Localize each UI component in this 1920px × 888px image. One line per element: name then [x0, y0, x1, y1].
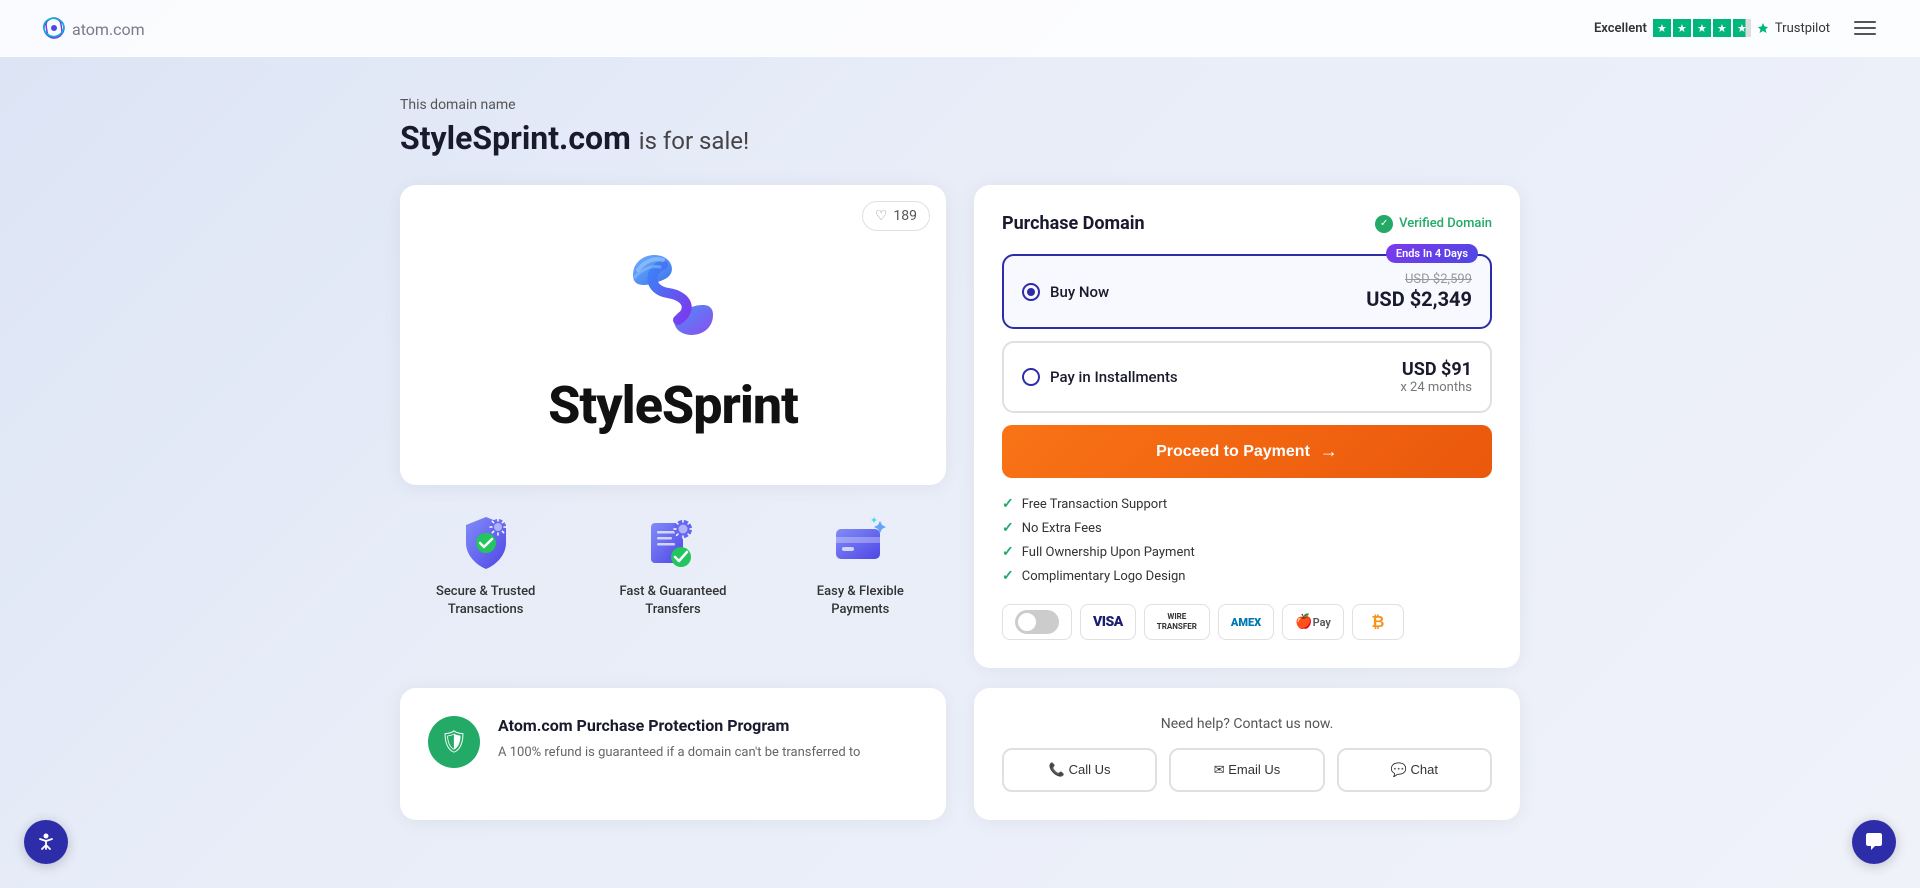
bottom-section: 🛡 Atom.com Purchase Protection Program A… [360, 688, 1560, 860]
toggle-icon [1015, 610, 1059, 634]
monthly-price: USD $91 [1400, 359, 1472, 380]
protection-icon: 🛡 [428, 716, 480, 768]
payment-crypto: ₿ [1352, 604, 1404, 640]
logo-card: ♡ 189 [400, 185, 946, 485]
check-icon-1: ✓ [1002, 496, 1014, 512]
protection-description: A 100% refund is guaranteed if a domain … [498, 743, 860, 763]
domain-name: StyleSprint.com [400, 119, 631, 157]
proceed-label: Proceed to Payment [1156, 443, 1310, 461]
feature-no-fees: ✓ No Extra Fees [1002, 520, 1492, 536]
feature-secure-label: Secure & TrustedTransactions [436, 583, 535, 619]
verified-badge: ✓ Verified Domain [1375, 215, 1492, 233]
radio-buy-now [1022, 283, 1040, 301]
check-icon-2: ✓ [1002, 520, 1014, 536]
payment-icon [828, 509, 892, 573]
nav-right: Excellent ★ ★ ★ ★ ★ Trustpilot [1594, 17, 1880, 39]
hamburger-menu[interactable] [1850, 17, 1880, 39]
verified-icon: ✓ [1375, 215, 1393, 233]
buy-now-option[interactable]: Ends In 4 Days Buy Now USD $2,599 USD $2… [1002, 254, 1492, 329]
feature-free-support: ✓ Free Transaction Support [1002, 496, 1492, 512]
arrow-icon: → [1320, 441, 1338, 462]
main-content: This domain name StyleSprint.com is for … [360, 57, 1560, 668]
buy-now-label: Buy Now [1022, 283, 1109, 301]
feature-logo: ✓ Complimentary Logo Design [1002, 568, 1492, 584]
contact-btn-1[interactable]: 📞 Call Us [1002, 748, 1157, 792]
contact-buttons: 📞 Call Us ✉ Email Us 💬 Chat [1002, 748, 1492, 792]
protection-title: Atom.com Purchase Protection Program [498, 716, 860, 735]
features-row: Secure & TrustedTransactions [400, 509, 946, 619]
stylesprint-logo-svg [613, 235, 733, 355]
brand-name: StyleSprint [548, 375, 798, 436]
domain-title: StyleSprint.com is for sale! [400, 119, 1520, 157]
months-label: x 24 months [1400, 380, 1472, 395]
price-amount: USD $2,599 USD $2,349 [1366, 272, 1472, 311]
shield-icon [454, 509, 518, 573]
for-sale-text: is for sale! [639, 127, 749, 155]
star-4: ★ [1713, 19, 1731, 37]
like-count: 189 [893, 208, 917, 224]
installments-option[interactable]: Pay in Installments USD $91 x 24 months [1002, 341, 1492, 413]
content-grid: ♡ 189 [400, 185, 1520, 668]
radio-installments [1022, 368, 1040, 386]
current-price: USD $2,349 [1366, 287, 1472, 311]
navbar: atom.com Excellent ★ ★ ★ ★ ★ Trustpilot [0, 0, 1920, 57]
logo[interactable]: atom.com [40, 14, 145, 42]
payment-toggle[interactable] [1002, 604, 1072, 640]
purchase-header: Purchase Domain ✓ Verified Domain [1002, 213, 1492, 234]
contact-label: Need help? Contact us now. [1002, 716, 1492, 732]
accessibility-button[interactable] [24, 820, 68, 864]
heart-icon: ♡ [875, 208, 888, 224]
chat-button[interactable] [1852, 820, 1896, 864]
feature-payment-label: Easy & FlexiblePayments [817, 583, 904, 619]
feature-fast-label: Fast & GuaranteedTransfers [619, 583, 726, 619]
protection-card: 🛡 Atom.com Purchase Protection Program A… [400, 688, 946, 820]
domain-label: This domain name [400, 97, 1520, 113]
star-5: ★ [1733, 19, 1751, 37]
installments-amount: USD $91 x 24 months [1400, 359, 1472, 395]
payment-methods: VISA WIRETRANSFER AMEX 🍎 Pay ₿ [1002, 604, 1492, 640]
proceed-to-payment-button[interactable]: Proceed to Payment → [1002, 425, 1492, 478]
atom-logo-icon [40, 14, 68, 42]
star-1: ★ [1653, 19, 1671, 37]
left-panel: ♡ 189 [400, 185, 946, 619]
like-badge[interactable]: ♡ 189 [862, 201, 930, 231]
purchase-features-list: ✓ Free Transaction Support ✓ No Extra Fe… [1002, 496, 1492, 584]
purchase-panel: Purchase Domain ✓ Verified Domain Ends I… [974, 185, 1520, 668]
protection-content: Atom.com Purchase Protection Program A 1… [498, 716, 860, 763]
payment-apple: 🍎 Pay [1282, 604, 1344, 640]
trustpilot-label: Excellent [1594, 21, 1647, 36]
trustpilot-icon [1757, 22, 1769, 34]
original-price: USD $2,599 [1366, 272, 1472, 287]
installments-label: Pay in Installments [1022, 368, 1178, 386]
transfer-icon [641, 509, 705, 573]
stars: ★ ★ ★ ★ ★ [1653, 19, 1751, 37]
payment-wire: WIRETRANSFER [1144, 604, 1210, 640]
contact-btn-3[interactable]: 💬 Chat [1337, 748, 1492, 792]
feature-payment: Easy & FlexiblePayments [775, 509, 946, 619]
contact-card: Need help? Contact us now. 📞 Call Us ✉ E… [974, 688, 1520, 820]
star-2: ★ [1673, 19, 1691, 37]
feature-ownership: ✓ Full Ownership Upon Payment [1002, 544, 1492, 560]
payment-amex: AMEX [1218, 604, 1274, 640]
logo-text: atom.com [72, 16, 145, 40]
purchase-title: Purchase Domain [1002, 213, 1145, 234]
accessibility-icon [35, 831, 57, 853]
ends-badge: Ends In 4 Days [1386, 244, 1478, 263]
chat-icon [1863, 831, 1885, 853]
brand-logo-graphic [613, 235, 733, 359]
feature-secure: Secure & TrustedTransactions [400, 509, 571, 619]
trustpilot: Excellent ★ ★ ★ ★ ★ Trustpilot [1594, 19, 1830, 37]
check-icon-4: ✓ [1002, 568, 1014, 584]
trustpilot-name: Trustpilot [1757, 21, 1830, 36]
star-3: ★ [1693, 19, 1711, 37]
feature-fast: Fast & GuaranteedTransfers [587, 509, 758, 619]
payment-visa: VISA [1080, 604, 1136, 640]
contact-btn-2[interactable]: ✉ Email Us [1169, 748, 1324, 792]
check-icon-3: ✓ [1002, 544, 1014, 560]
verified-label: Verified Domain [1399, 216, 1492, 231]
